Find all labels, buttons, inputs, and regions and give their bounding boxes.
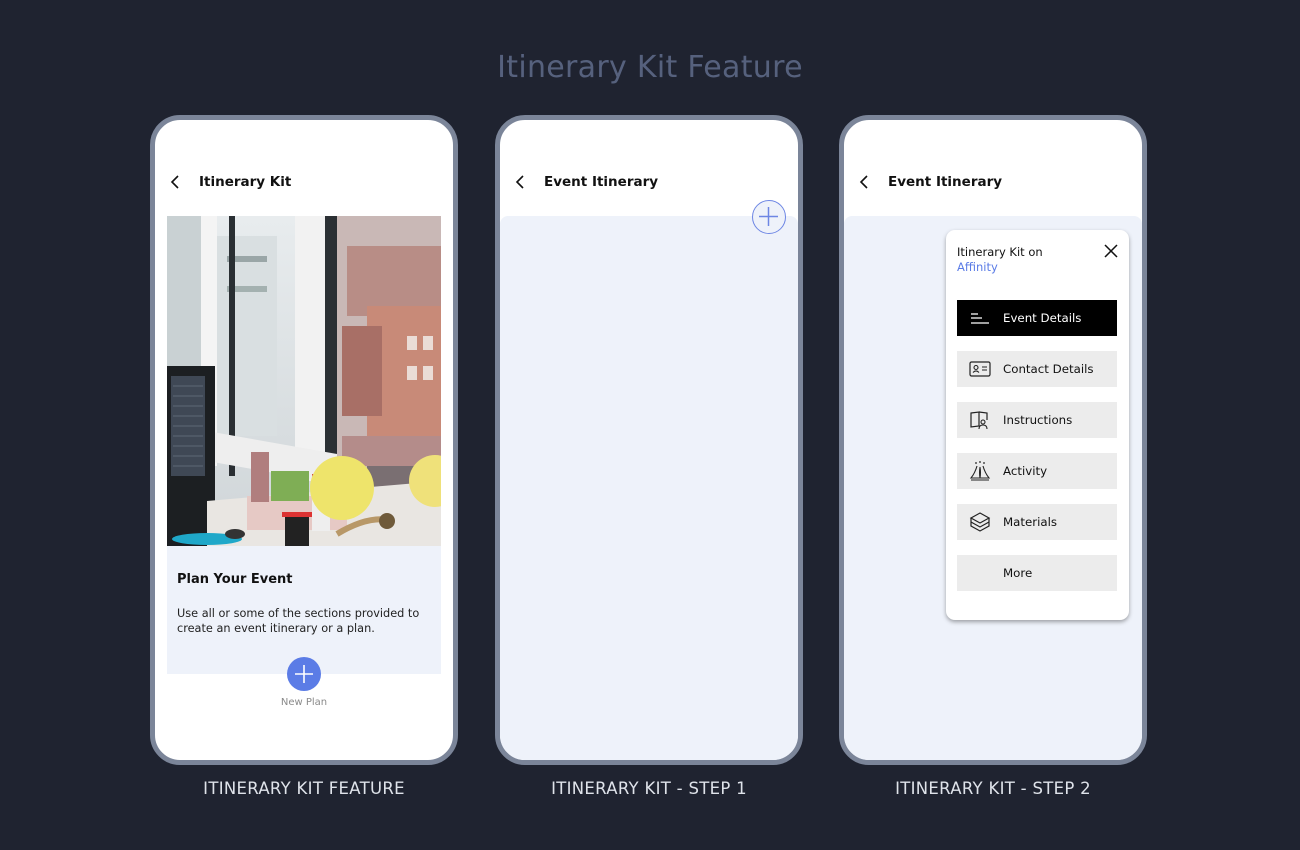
header-title: Event Itinerary [888, 174, 1003, 190]
menu-item-label: Event Details [1003, 311, 1082, 325]
menu-item-instructions[interactable]: Instructions [957, 402, 1117, 438]
app-header: Event Itinerary [856, 170, 1002, 194]
header-title: Itinerary Kit [199, 174, 292, 190]
phone-screen-itinerary-kit: Itinerary Kit Plan Your Event Use all or… [150, 115, 458, 765]
brand-link[interactable]: Affinity [957, 260, 1043, 275]
page-title: Itinerary Kit Feature [497, 50, 803, 85]
menu-item-label: Contact Details [1003, 362, 1094, 376]
app-header: Event Itinerary [512, 170, 658, 194]
people-activity-icon [969, 461, 991, 481]
app-header: Itinerary Kit [167, 170, 291, 194]
lines-icon [971, 313, 989, 324]
menu-item-label: More [1003, 566, 1033, 580]
plus-icon [295, 665, 313, 683]
header-title: Event Itinerary [544, 174, 659, 190]
back-chevron-icon[interactable] [167, 172, 185, 192]
contact-card-icon [969, 361, 991, 377]
new-plan-button[interactable] [287, 657, 321, 691]
menu-item-label: Materials [1003, 515, 1058, 529]
menu-item-activity[interactable]: Activity [957, 453, 1117, 489]
plan-your-event-card: Plan Your Event Use all or some of the s… [167, 546, 441, 674]
card-title: Plan Your Event [177, 572, 293, 587]
new-plan-label: New Plan [280, 697, 328, 708]
add-section-button[interactable] [752, 200, 786, 234]
menu-item-contact-details[interactable]: Contact Details [957, 351, 1117, 387]
office-desk-photo [167, 216, 441, 546]
layers-icon [969, 512, 991, 532]
card-description: Use all or some of the sections provided… [177, 607, 420, 635]
plus-icon [759, 207, 778, 226]
menu-item-label: Instructions [1003, 413, 1073, 427]
itinerary-content-area [500, 216, 798, 760]
close-icon[interactable] [1103, 243, 1119, 259]
screen-caption: ITINERARY KIT FEATURE [203, 779, 405, 798]
popup-title-text: Itinerary Kit on [957, 245, 1043, 259]
back-chevron-icon[interactable] [856, 172, 874, 192]
menu-item-event-details[interactable]: Event Details [957, 300, 1117, 336]
phone-screen-step-1: Event Itinerary [495, 115, 803, 765]
screen-caption: ITINERARY KIT - STEP 1 [551, 779, 747, 798]
screen-caption: ITINERARY KIT - STEP 2 [895, 779, 1091, 798]
itinerary-kit-menu-popup: Itinerary Kit on Affinity Event Details … [946, 230, 1129, 620]
back-chevron-icon[interactable] [512, 172, 530, 192]
book-icon [970, 411, 988, 430]
phone-screen-step-2: Event Itinerary Itinerary Kit on Affinit… [839, 115, 1147, 765]
popup-title: Itinerary Kit on Affinity [957, 245, 1043, 275]
menu-item-more[interactable]: More [957, 555, 1117, 591]
hero-image [167, 216, 441, 546]
menu-item-label: Activity [1003, 464, 1048, 478]
menu-item-materials[interactable]: Materials [957, 504, 1117, 540]
